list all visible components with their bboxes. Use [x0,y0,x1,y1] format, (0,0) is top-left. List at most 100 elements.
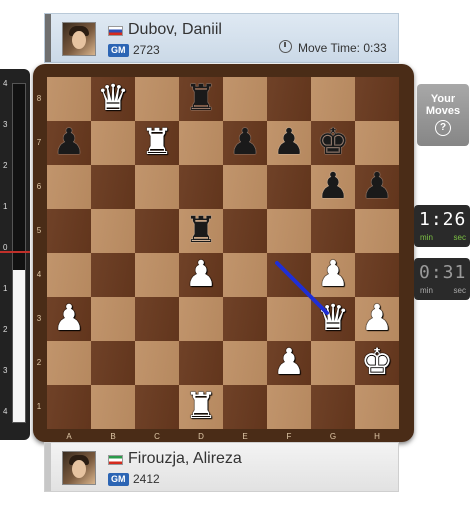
square-a1[interactable] [47,385,91,429]
square-d6[interactable] [179,165,223,209]
square-e1[interactable] [223,385,267,429]
white-pawn-piece[interactable]: ♟ [53,297,85,341]
square-a2[interactable] [47,341,91,385]
square-b6[interactable] [91,165,135,209]
white-pawn-piece[interactable]: ♟ [273,341,305,385]
rank-label: 7 [36,138,42,147]
square-h2[interactable]: ♚ [355,341,399,385]
square-g5[interactable] [311,209,355,253]
square-b4[interactable] [91,253,135,297]
square-f5[interactable] [267,209,311,253]
square-b1[interactable] [91,385,135,429]
help-icon: ? [435,120,451,136]
square-c4[interactable] [135,253,179,297]
square-a8[interactable] [47,77,91,121]
square-e4[interactable] [223,253,267,297]
square-a6[interactable] [47,165,91,209]
square-e6[interactable] [223,165,267,209]
square-f1[interactable] [267,385,311,429]
square-e2[interactable] [223,341,267,385]
white-queen-piece[interactable]: ♛ [317,297,349,341]
square-g3[interactable]: ♛ [311,297,355,341]
file-label: C [154,432,160,441]
square-g8[interactable] [311,77,355,121]
square-e3[interactable] [223,297,267,341]
square-h6[interactable]: ♟ [355,165,399,209]
black-king-piece[interactable]: ♚ [317,121,349,165]
square-f4[interactable] [267,253,311,297]
square-f8[interactable] [267,77,311,121]
square-b2[interactable] [91,341,135,385]
square-h8[interactable] [355,77,399,121]
white-king-piece[interactable]: ♚ [361,341,393,385]
black-pawn-piece[interactable]: ♟ [229,121,261,165]
square-d4[interactable]: ♟ [179,253,223,297]
player-name: Firouzja, Alireza [128,450,242,467]
square-f3[interactable] [267,297,311,341]
square-d5[interactable]: ♜ [179,209,223,253]
eval-tick: 4 [3,79,8,88]
square-c8[interactable] [135,77,179,121]
square-c5[interactable] [135,209,179,253]
square-g6[interactable]: ♟ [311,165,355,209]
square-a7[interactable]: ♟ [47,121,91,165]
square-d7[interactable] [179,121,223,165]
square-b8[interactable]: ♛ [91,77,135,121]
square-h3[interactable]: ♟ [355,297,399,341]
square-g7[interactable]: ♚ [311,121,355,165]
square-e5[interactable] [223,209,267,253]
square-b7[interactable] [91,121,135,165]
square-g2[interactable] [311,341,355,385]
square-h7[interactable] [355,121,399,165]
square-a3[interactable]: ♟ [47,297,91,341]
square-f7[interactable]: ♟ [267,121,311,165]
file-label: E [242,432,248,441]
file-label: D [198,432,204,441]
black-rook-piece[interactable]: ♜ [185,77,217,121]
white-pawn-piece[interactable]: ♟ [185,253,217,297]
square-g4[interactable]: ♟ [311,253,355,297]
white-queen-piece[interactable]: ♛ [97,77,129,121]
square-f6[interactable] [267,165,311,209]
black-pawn-piece[interactable]: ♟ [317,165,349,209]
square-h5[interactable] [355,209,399,253]
your-moves-button[interactable]: Your Moves ? [417,84,469,146]
square-c3[interactable] [135,297,179,341]
square-h4[interactable] [355,253,399,297]
move-time: Move Time: 0:33 [298,41,387,55]
white-rook-piece[interactable]: ♜ [141,121,173,165]
player-avatar [62,451,96,485]
square-d8[interactable]: ♜ [179,77,223,121]
chess-board[interactable]: ♛ ♜ ♟ ♜ ♟ ♟ ♚ ♟ ♟ ♜ ♟ ♟ ♟ ♛ ♟ ♟ ♚ ♜ [47,77,399,429]
square-c2[interactable] [135,341,179,385]
black-pawn-piece[interactable]: ♟ [361,165,393,209]
square-b3[interactable] [91,297,135,341]
square-d1[interactable]: ♜ [179,385,223,429]
square-a5[interactable] [47,209,91,253]
square-e8[interactable] [223,77,267,121]
square-b5[interactable] [91,209,135,253]
white-pawn-piece[interactable]: ♟ [361,297,393,341]
top-player-panel: Dubov, Daniil GM 2723 Move Time: 0:33 [44,13,399,63]
square-c1[interactable] [135,385,179,429]
square-h1[interactable] [355,385,399,429]
square-c6[interactable] [135,165,179,209]
black-pawn-piece[interactable]: ♟ [53,121,85,165]
square-a4[interactable] [47,253,91,297]
square-d2[interactable] [179,341,223,385]
your-moves-line1: Your [430,93,456,105]
white-pawn-piece[interactable]: ♟ [317,253,349,297]
black-rook-piece[interactable]: ♜ [185,209,217,253]
white-rook-piece[interactable]: ♜ [185,385,217,429]
your-moves-line2: Moves [425,105,461,117]
bottom-player-panel: Firouzja, Alireza GM 2412 [44,442,399,492]
square-f2[interactable]: ♟ [267,341,311,385]
black-pawn-piece[interactable]: ♟ [273,121,305,165]
title-badge: GM [108,473,129,486]
square-d3[interactable] [179,297,223,341]
square-g1[interactable] [311,385,355,429]
square-e7[interactable]: ♟ [223,121,267,165]
sec-label: sec [453,233,466,242]
square-c7[interactable]: ♜ [135,121,179,165]
eval-white-fill [13,269,25,422]
